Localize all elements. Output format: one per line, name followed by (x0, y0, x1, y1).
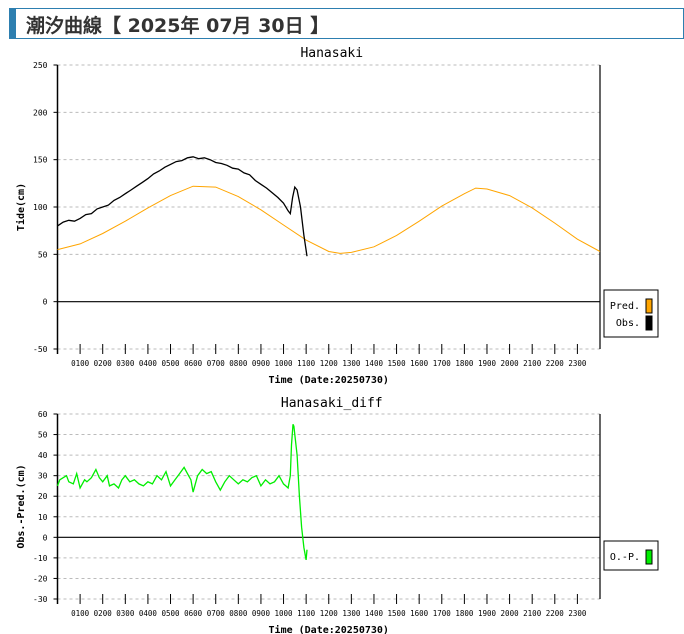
x-tick-label: 1100 (297, 609, 316, 618)
chart-title: Hanasaki (300, 46, 363, 61)
y-tick-label: 50 (38, 431, 48, 440)
y-tick-label: 30 (38, 472, 48, 481)
x-tick-label: 2300 (568, 359, 587, 368)
x-tick-label: 0700 (207, 609, 226, 618)
y-tick-label: -20 (33, 574, 48, 583)
x-tick-label: 1700 (433, 609, 452, 618)
y-tick-label: 20 (38, 492, 48, 501)
x-tick-label: 0100 (71, 609, 90, 618)
x-tick-label: 0400 (139, 609, 158, 618)
series-op-line (56, 424, 308, 561)
tide-charts: Hanasaki250200150100500-500100 0200 0300 04… (15, 46, 659, 634)
x-tick-label: 1900 (478, 609, 497, 618)
x-tick-label: 0300 (116, 359, 135, 368)
legend: O.-P. (603, 540, 659, 571)
y-tick-label: 10 (38, 513, 48, 522)
x-tick-label: 0900 (252, 609, 271, 618)
y-tick-label: -50 (33, 345, 48, 354)
chart-title: Hanasaki_diff (281, 396, 383, 411)
x-tick-label: 1400 (365, 609, 384, 618)
x-tick-label: 0600 (184, 609, 203, 618)
legend-swatch (645, 298, 653, 314)
x-tick-label: 1800 (455, 609, 474, 618)
x-tick-label: 1700 (433, 359, 452, 368)
x-tick-label: 1300 (342, 609, 361, 618)
y-tick-label: -30 (33, 595, 48, 604)
x-tick-label: 2000 (501, 359, 520, 368)
x-tick-label: 1200 (320, 609, 339, 618)
x-tick-label: 0400 (139, 359, 158, 368)
y-axis-label: Obs.-Pred.(cm) (16, 464, 27, 548)
y-tick-label: -10 (33, 554, 48, 563)
x-tick-label: 1500 (388, 609, 407, 618)
x-tick-label: 2200 (546, 359, 565, 368)
x-tick-label: 1900 (478, 359, 497, 368)
legend-label: Pred. (610, 301, 640, 312)
x-axis-label: Time (Date:20250730) (269, 374, 389, 386)
x-tick-label: 1000 (275, 359, 294, 368)
y-tick-label: 0 (43, 533, 48, 542)
x-tick-label: 2100 (523, 609, 542, 618)
y-tick-label: 40 (38, 451, 48, 460)
legend-swatch (645, 549, 653, 565)
x-axis-label: Time (Date:20250730) (269, 624, 389, 634)
y-tick-label: 0 (43, 298, 48, 307)
legend-label: O.-P. (610, 552, 640, 563)
x-tick-label: 1600 (410, 359, 429, 368)
y-axis-label: Tide(cm) (15, 183, 27, 231)
x-tick-label: 0200 (94, 609, 113, 618)
x-tick-label: 1100 (297, 359, 316, 368)
x-tick-label: 0800 (229, 359, 248, 368)
y-tick-label: 60 (38, 410, 48, 419)
chart-1: Hanasaki_diff 60 50 40 30 20 10 0 -10 -20 -30 0100 0… (16, 396, 659, 634)
x-tick-label: 0800 (229, 609, 248, 618)
y-tick-label: 100 (33, 203, 48, 212)
x-tick-label: 1000 (275, 609, 294, 618)
series-pred-line (57, 185, 601, 254)
x-tick-label: 2100 (523, 359, 542, 368)
x-tick-label: 0500 (161, 609, 180, 618)
legend-swatch (645, 315, 653, 331)
x-tick-label: 1600 (410, 609, 429, 618)
x-tick-label: 1400 (365, 359, 384, 368)
y-tick-label: 200 (33, 108, 48, 117)
y-tick-label: 50 (38, 250, 48, 259)
legend: Pred. Obs. (603, 289, 659, 338)
x-tick-label: 2300 (568, 609, 587, 618)
x-tick-label: 0700 (207, 359, 226, 368)
x-tick-label: 0500 (161, 359, 180, 368)
x-tick-label: 0200 (94, 359, 113, 368)
chart-0: Hanasaki 250 200 150 100 50 0 -50 0100 0200 0300 04… (15, 46, 659, 386)
y-tick-label: 150 (33, 156, 48, 165)
x-tick-label: 1500 (388, 359, 407, 368)
x-tick-label: 1200 (320, 359, 339, 368)
y-tick-label: 250 (33, 61, 48, 70)
x-tick-label: 0900 (252, 359, 271, 368)
x-tick-label: 0600 (184, 359, 203, 368)
x-tick-label: 0300 (116, 609, 135, 618)
x-tick-label: 2000 (501, 609, 520, 618)
x-tick-label: 1800 (455, 359, 474, 368)
x-tick-label: 1300 (342, 359, 361, 368)
x-tick-label: 2200 (546, 609, 565, 618)
x-tick-label: 0100 (71, 359, 90, 368)
legend-label: Obs. (616, 318, 640, 329)
